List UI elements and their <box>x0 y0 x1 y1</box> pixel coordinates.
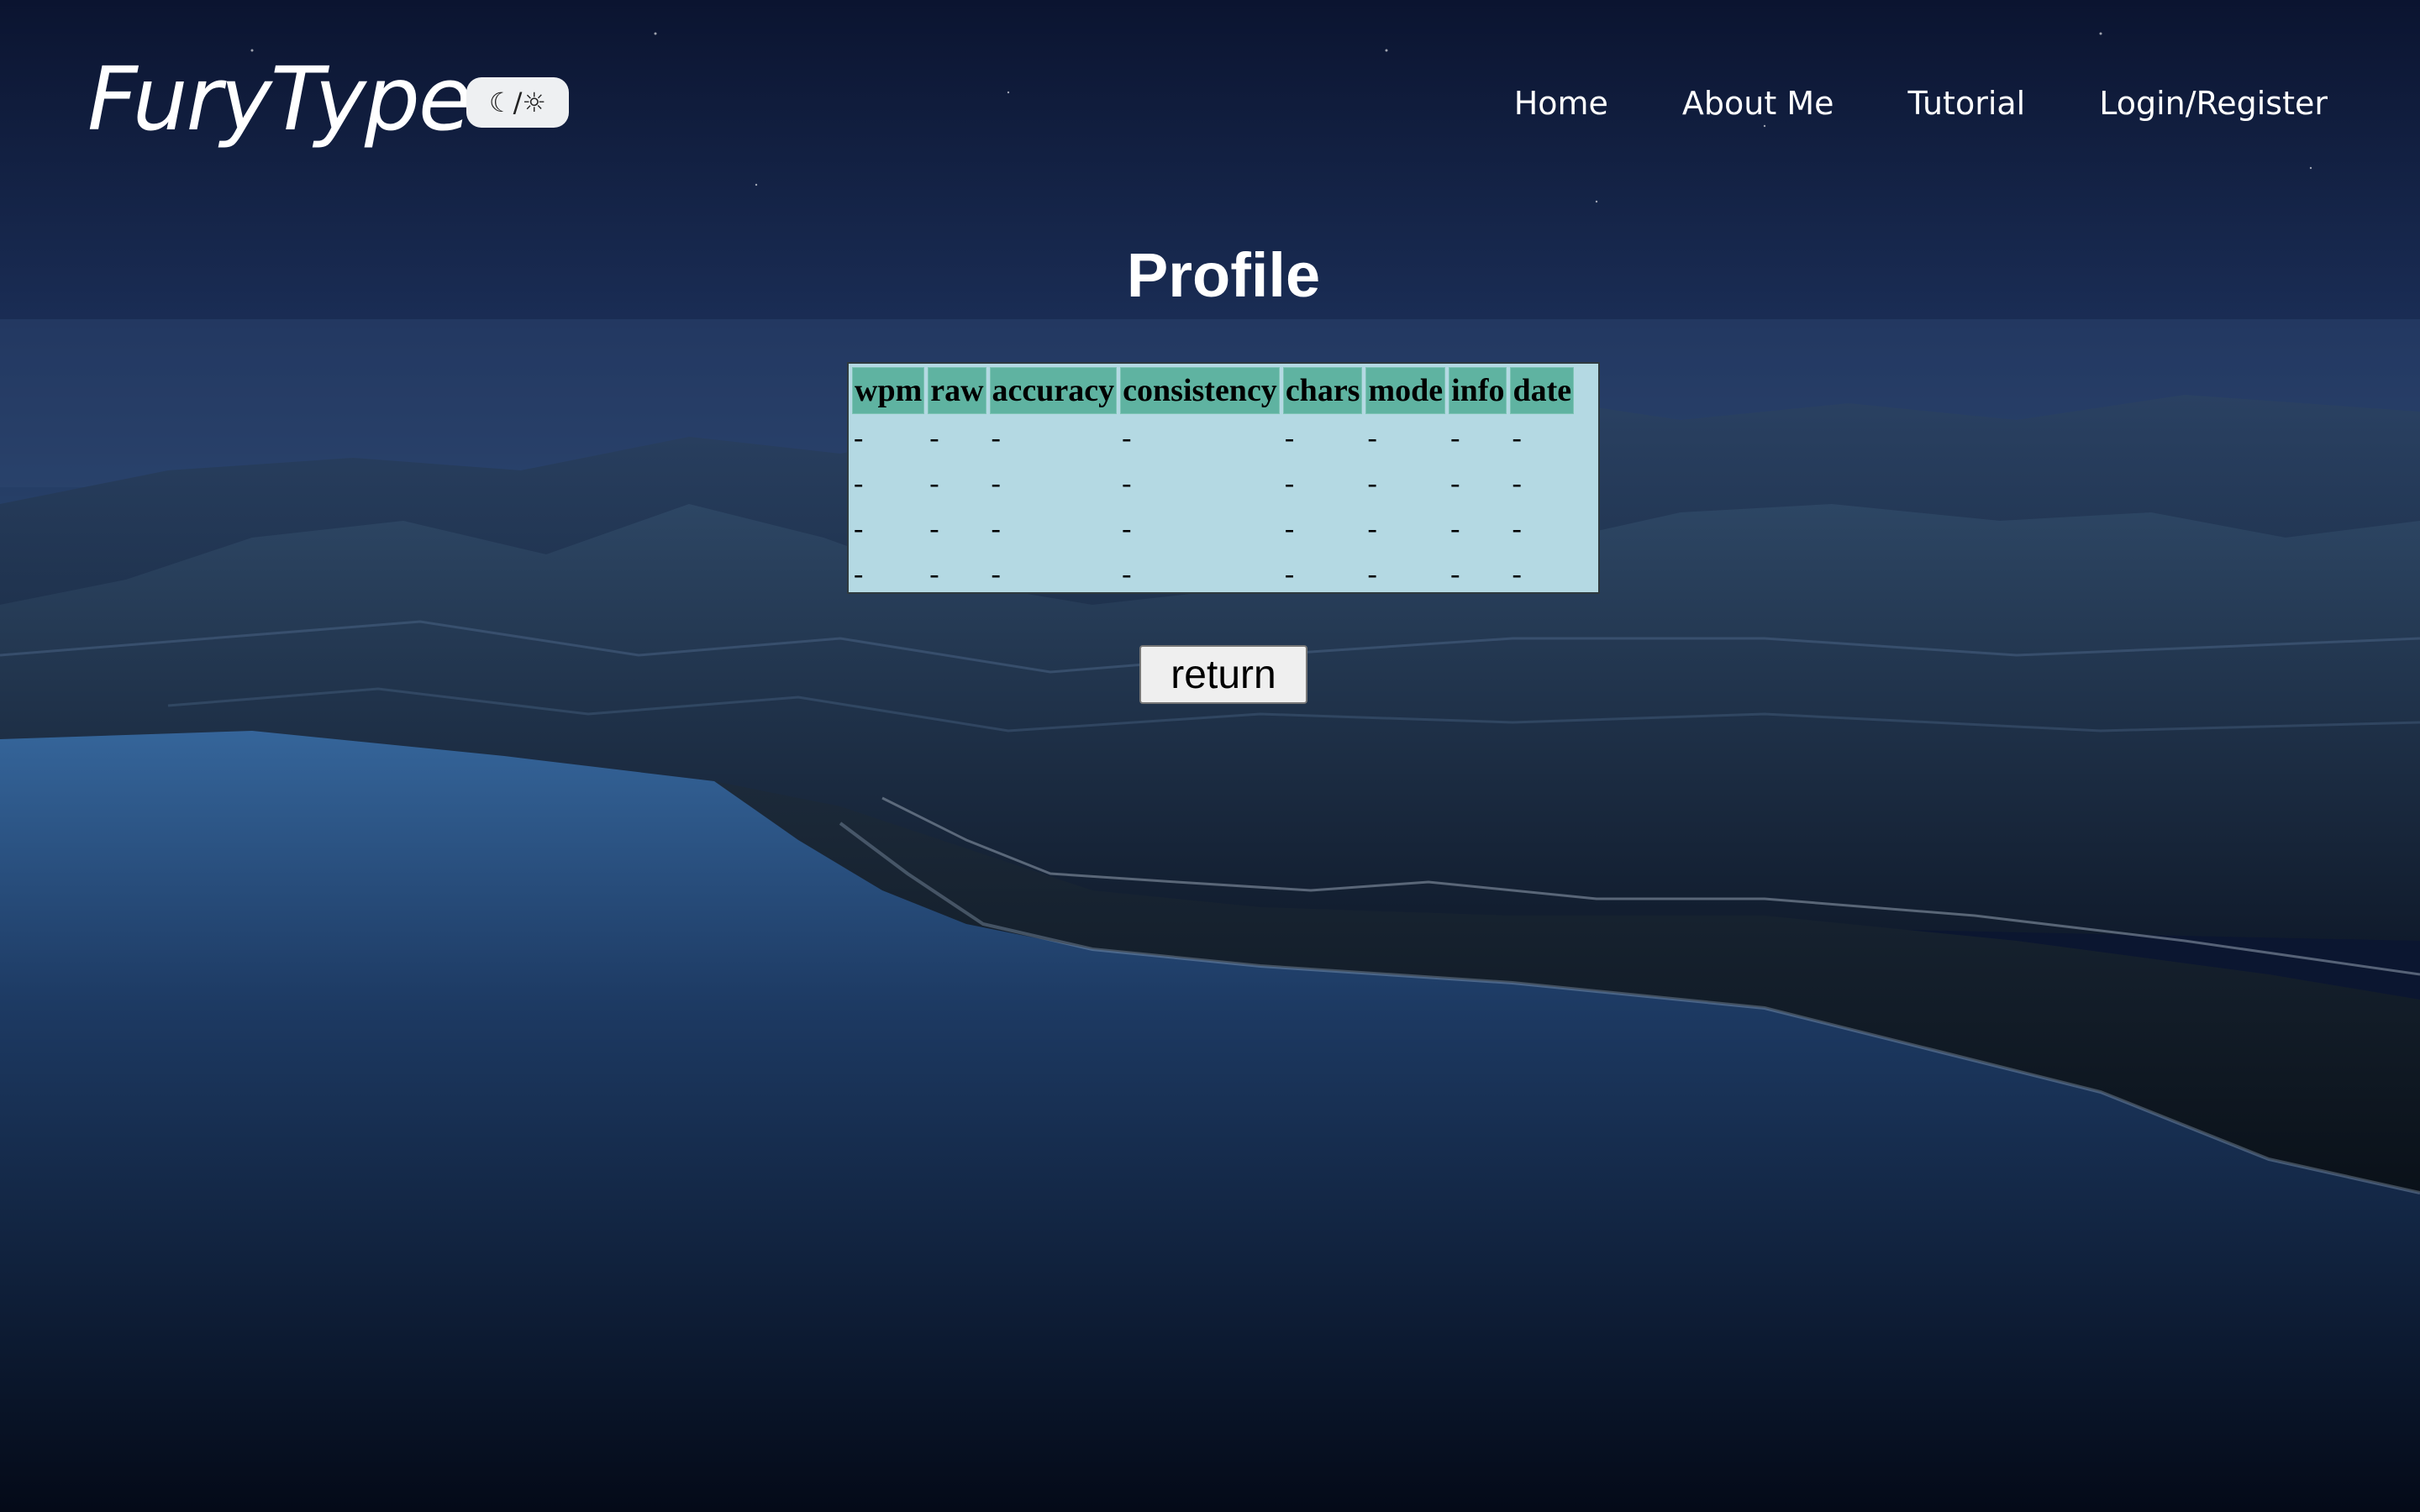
table-cell: - <box>854 423 864 454</box>
table-cell: - <box>1450 423 1460 454</box>
table-row: - - - - - - - - <box>852 554 1574 596</box>
table-cell: - <box>991 559 1001 590</box>
main-nav: Home About Me Tutorial Login/Register <box>1514 82 2328 124</box>
table-cell: - <box>1284 559 1295 590</box>
table-cell: - <box>929 559 939 590</box>
column-header-mode: mode <box>1365 367 1446 414</box>
table-cell: - <box>854 468 864 499</box>
table-cell: - <box>1367 513 1377 544</box>
table-row: - - - - - - - - <box>852 508 1574 550</box>
nav-tutorial-link[interactable]: Tutorial <box>1908 82 2026 124</box>
table-cell: - <box>1122 559 1132 590</box>
column-header-info: info <box>1449 367 1507 414</box>
table-cell: - <box>1367 423 1377 454</box>
table-cell: - <box>1450 468 1460 499</box>
site-logo[interactable]: FuryType <box>87 55 472 143</box>
table-cell: - <box>1284 423 1295 454</box>
table-cell: - <box>1512 513 1522 544</box>
table-header-row: wpm raw accuracy consistency chars mode … <box>852 367 1575 414</box>
column-header-consistency: consistency <box>1120 367 1280 414</box>
return-button[interactable]: return <box>1139 645 1307 704</box>
nav-login-register-link[interactable]: Login/Register <box>2099 82 2328 124</box>
nav-about-link[interactable]: About Me <box>1682 82 1834 124</box>
column-header-raw: raw <box>928 367 986 414</box>
results-table-container: wpm raw accuracy consistency chars mode … <box>847 362 1600 594</box>
table-cell: - <box>1450 513 1460 544</box>
table-cell: - <box>991 513 1001 544</box>
table-cell: - <box>929 513 939 544</box>
table-cell: - <box>1512 468 1522 499</box>
table-cell: - <box>1122 423 1132 454</box>
results-table: wpm raw accuracy consistency chars mode … <box>849 364 1577 599</box>
column-header-accuracy: accuracy <box>989 367 1118 414</box>
table-cell: - <box>1512 423 1522 454</box>
table-cell: - <box>929 468 939 499</box>
theme-toggle-button[interactable]: ☾/☼ <box>466 77 569 128</box>
table-cell: - <box>1284 468 1295 499</box>
table-cell: - <box>854 513 864 544</box>
table-cell: - <box>1367 468 1377 499</box>
table-row: - - - - - - - - <box>852 417 1574 459</box>
table-cell: - <box>991 423 1001 454</box>
moon-sun-icon: ☾/☼ <box>488 87 547 118</box>
column-header-wpm: wpm <box>852 367 925 414</box>
page-title: Profile <box>1126 240 1321 310</box>
table-cell: - <box>1122 513 1132 544</box>
table-cell: - <box>1122 468 1132 499</box>
table-cell: - <box>854 559 864 590</box>
background-landscape-image <box>0 0 2420 1512</box>
table-cell: - <box>929 423 939 454</box>
nav-home-link[interactable]: Home <box>1514 82 1608 124</box>
column-header-date: date <box>1510 367 1575 414</box>
table-cell: - <box>991 468 1001 499</box>
column-header-chars: chars <box>1282 367 1363 414</box>
table-row: - - - - - - - - <box>852 463 1574 505</box>
table-cell: - <box>1367 559 1377 590</box>
table-cell: - <box>1284 513 1295 544</box>
table-cell: - <box>1512 559 1522 590</box>
table-cell: - <box>1450 559 1460 590</box>
